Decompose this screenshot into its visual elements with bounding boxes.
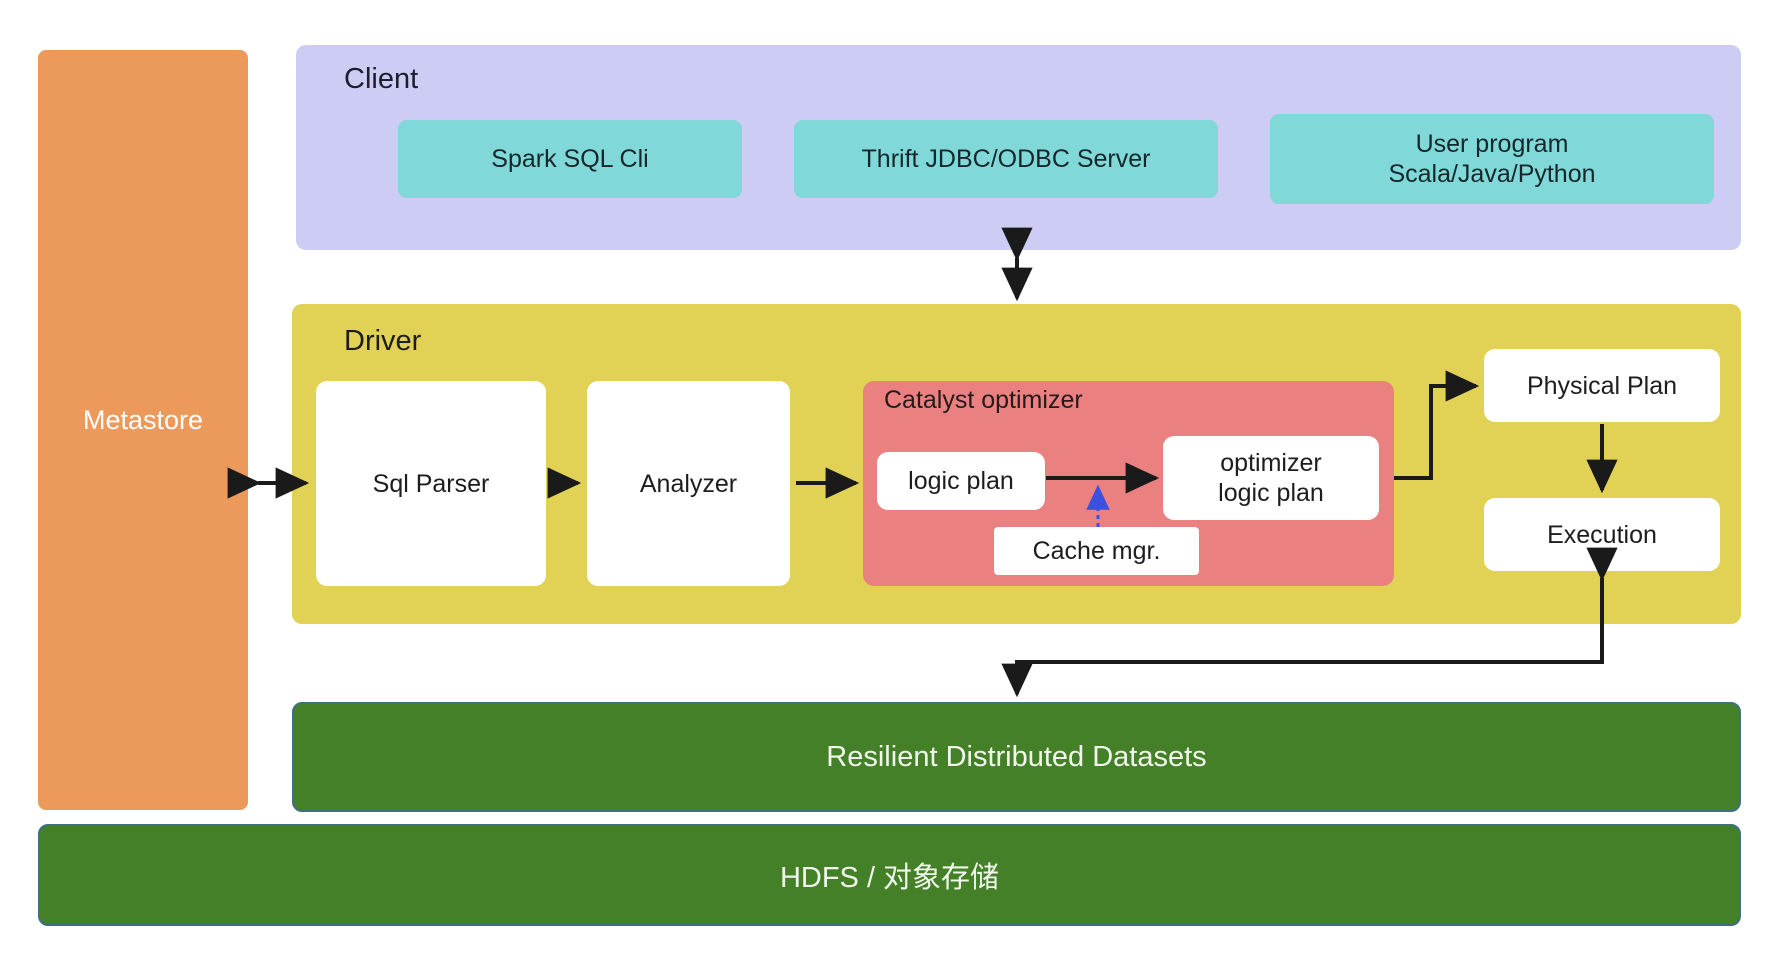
stage-optimizer-logic-plan[interactable]: optimizer logic plan [1163, 436, 1379, 520]
stage-physical-plan[interactable]: Physical Plan [1484, 349, 1720, 422]
client-item-spark-sql-cli[interactable]: Spark SQL Cli [398, 120, 742, 198]
diagram-canvas: Metastore Client Spark SQL Cli Thrift JD… [0, 0, 1778, 954]
client-panel-title: Client [344, 63, 419, 95]
client-item-thrift-server[interactable]: Thrift JDBC/ODBC Server [794, 120, 1218, 198]
driver-panel-title: Driver [344, 325, 422, 357]
stage-analyzer[interactable]: Analyzer [587, 381, 790, 586]
metastore-label: Metastore [82, 405, 204, 435]
stage-execution[interactable]: Execution [1484, 498, 1720, 571]
hdfs-storage-bar: HDFS / 对象存储 [38, 824, 1741, 926]
catalyst-optimizer-title: Catalyst optimizer [884, 386, 1083, 414]
rdd-bar: Resilient Distributed Datasets [292, 702, 1741, 812]
stage-logic-plan[interactable]: logic plan [877, 452, 1045, 510]
client-item-user-program[interactable]: User program Scala/Java/Python [1270, 114, 1714, 204]
stage-sql-parser[interactable]: Sql Parser [316, 381, 546, 586]
stage-cache-manager[interactable]: Cache mgr. [994, 527, 1199, 575]
